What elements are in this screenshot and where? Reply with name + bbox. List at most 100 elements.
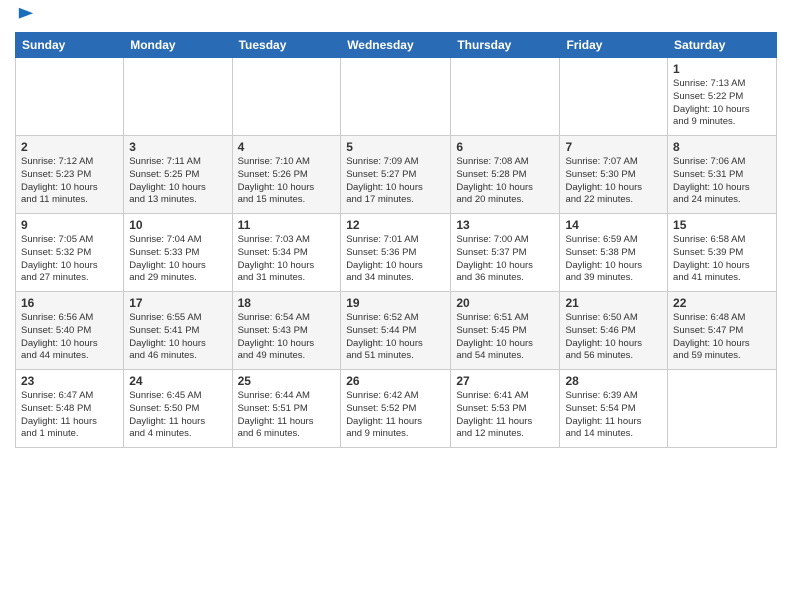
day-info: Sunrise: 6:47 AM Sunset: 5:48 PM Dayligh…: [21, 390, 118, 441]
day-number: 14: [565, 218, 662, 232]
calendar-cell: 11 Sunrise: 7:03 AM Sunset: 5:34 PM Dayli…: [232, 214, 341, 292]
day-number: 28: [565, 374, 662, 388]
day-info: Sunrise: 6:56 AM Sunset: 5:40 PM Dayligh…: [21, 312, 118, 363]
day-number: 4: [238, 140, 336, 154]
calendar-cell: 9Sunrise: 7:05 AM Sunset: 5:32 PM Daylig…: [16, 214, 124, 292]
day-info: Sunrise: 6:42 AM Sunset: 5:52 PM Dayligh…: [346, 390, 445, 441]
day-number: 21: [565, 296, 662, 310]
day-number: 5: [346, 140, 445, 154]
calendar-cell: 6 Sunrise: 7:08 AM Sunset: 5:28 PM Daylig…: [451, 136, 560, 214]
calendar-cell: [232, 58, 341, 136]
calendar-cell: 5 Sunrise: 7:09 AM Sunset: 5:27 PM Daylig…: [341, 136, 451, 214]
day-info: Sunrise: 7:13 AM Sunset: 5:22 PM Dayligh…: [673, 78, 771, 129]
calendar-cell: 28 Sunrise: 6:39 AM Sunset: 5:54 PM Dayli…: [560, 370, 668, 448]
day-number: 16: [21, 296, 118, 310]
page: SundayMondayTuesdayWednesdayThursdayFrid…: [0, 0, 792, 458]
calendar-cell: 26 Sunrise: 6:42 AM Sunset: 5:52 PM Dayli…: [341, 370, 451, 448]
day-info: Sunrise: 7:07 AM Sunset: 5:30 PM Dayligh…: [565, 156, 662, 207]
day-number: 23: [21, 374, 118, 388]
day-number: 19: [346, 296, 445, 310]
day-number: 1: [673, 62, 771, 76]
calendar-cell: 4 Sunrise: 7:10 AM Sunset: 5:26 PM Daylig…: [232, 136, 341, 214]
day-number: 15: [673, 218, 771, 232]
weekday-header-thursday: Thursday: [451, 33, 560, 58]
calendar-cell: [124, 58, 232, 136]
day-info: Sunrise: 7:10 AM Sunset: 5:26 PM Dayligh…: [238, 156, 336, 207]
calendar-cell: 10 Sunrise: 7:04 AM Sunset: 5:33 PM Dayli…: [124, 214, 232, 292]
calendar-cell: 23 Sunrise: 6:47 AM Sunset: 5:48 PM Dayli…: [16, 370, 124, 448]
calendar-week-row: 2 Sunrise: 7:12 AM Sunset: 5:23 PM Daylig…: [16, 136, 777, 214]
calendar-cell: 18Sunrise: 6:54 AM Sunset: 5:43 PM Dayli…: [232, 292, 341, 370]
day-number: 20: [456, 296, 554, 310]
calendar-cell: 19 Sunrise: 6:52 AM Sunset: 5:44 PM Dayli…: [341, 292, 451, 370]
calendar-cell: 22 Sunrise: 6:48 AM Sunset: 5:47 PM Dayli…: [668, 292, 777, 370]
day-number: 2: [21, 140, 118, 154]
calendar-table: SundayMondayTuesdayWednesdayThursdayFrid…: [15, 32, 777, 448]
calendar-header-row: SundayMondayTuesdayWednesdayThursdayFrid…: [16, 33, 777, 58]
day-number: 26: [346, 374, 445, 388]
calendar-cell: 7 Sunrise: 7:07 AM Sunset: 5:30 PM Daylig…: [560, 136, 668, 214]
day-info: Sunrise: 6:51 AM Sunset: 5:45 PM Dayligh…: [456, 312, 554, 363]
calendar-cell: 1 Sunrise: 7:13 AM Sunset: 5:22 PM Daylig…: [668, 58, 777, 136]
day-number: 24: [129, 374, 226, 388]
calendar-cell: 17 Sunrise: 6:55 AM Sunset: 5:41 PM Dayli…: [124, 292, 232, 370]
calendar-week-row: 9Sunrise: 7:05 AM Sunset: 5:32 PM Daylig…: [16, 214, 777, 292]
day-info: Sunrise: 7:12 AM Sunset: 5:23 PM Dayligh…: [21, 156, 118, 207]
weekday-header-wednesday: Wednesday: [341, 33, 451, 58]
day-number: 13: [456, 218, 554, 232]
day-info: Sunrise: 6:52 AM Sunset: 5:44 PM Dayligh…: [346, 312, 445, 363]
weekday-header-saturday: Saturday: [668, 33, 777, 58]
calendar-cell: 24 Sunrise: 6:45 AM Sunset: 5:50 PM Dayli…: [124, 370, 232, 448]
day-number: 27: [456, 374, 554, 388]
day-number: 7: [565, 140, 662, 154]
day-info: Sunrise: 6:44 AM Sunset: 5:51 PM Dayligh…: [238, 390, 336, 441]
day-info: Sunrise: 6:58 AM Sunset: 5:39 PM Dayligh…: [673, 234, 771, 285]
calendar-cell: [451, 58, 560, 136]
weekday-header-tuesday: Tuesday: [232, 33, 341, 58]
day-info: Sunrise: 7:11 AM Sunset: 5:25 PM Dayligh…: [129, 156, 226, 207]
calendar-cell: [341, 58, 451, 136]
day-info: Sunrise: 7:00 AM Sunset: 5:37 PM Dayligh…: [456, 234, 554, 285]
day-info: Sunrise: 6:45 AM Sunset: 5:50 PM Dayligh…: [129, 390, 226, 441]
day-info: Sunrise: 7:04 AM Sunset: 5:33 PM Dayligh…: [129, 234, 226, 285]
calendar-cell: 8 Sunrise: 7:06 AM Sunset: 5:31 PM Daylig…: [668, 136, 777, 214]
calendar-cell: 13 Sunrise: 7:00 AM Sunset: 5:37 PM Dayli…: [451, 214, 560, 292]
day-info: Sunrise: 6:39 AM Sunset: 5:54 PM Dayligh…: [565, 390, 662, 441]
calendar-week-row: 16 Sunrise: 6:56 AM Sunset: 5:40 PM Dayli…: [16, 292, 777, 370]
day-number: 11: [238, 218, 336, 232]
day-info: Sunrise: 7:03 AM Sunset: 5:34 PM Dayligh…: [238, 234, 336, 285]
day-info: Sunrise: 6:55 AM Sunset: 5:41 PM Dayligh…: [129, 312, 226, 363]
logo: [15, 14, 35, 24]
day-info: Sunrise: 7:06 AM Sunset: 5:31 PM Dayligh…: [673, 156, 771, 207]
day-info: Sunrise: 7:05 AM Sunset: 5:32 PM Dayligh…: [21, 234, 118, 285]
day-number: 3: [129, 140, 226, 154]
header: [15, 10, 777, 24]
day-number: 12: [346, 218, 445, 232]
day-info: Sunrise: 6:50 AM Sunset: 5:46 PM Dayligh…: [565, 312, 662, 363]
calendar-cell: 16 Sunrise: 6:56 AM Sunset: 5:40 PM Dayli…: [16, 292, 124, 370]
day-info: Sunrise: 7:09 AM Sunset: 5:27 PM Dayligh…: [346, 156, 445, 207]
day-info: Sunrise: 7:01 AM Sunset: 5:36 PM Dayligh…: [346, 234, 445, 285]
day-number: 8: [673, 140, 771, 154]
calendar-cell: 27 Sunrise: 6:41 AM Sunset: 5:53 PM Dayli…: [451, 370, 560, 448]
day-number: 17: [129, 296, 226, 310]
calendar-cell: [560, 58, 668, 136]
weekday-header-sunday: Sunday: [16, 33, 124, 58]
calendar-cell: 3 Sunrise: 7:11 AM Sunset: 5:25 PM Daylig…: [124, 136, 232, 214]
calendar-cell: [16, 58, 124, 136]
day-info: Sunrise: 7:08 AM Sunset: 5:28 PM Dayligh…: [456, 156, 554, 207]
day-number: 10: [129, 218, 226, 232]
logo-flag-icon: [17, 6, 35, 24]
calendar-cell: 12 Sunrise: 7:01 AM Sunset: 5:36 PM Dayli…: [341, 214, 451, 292]
calendar-cell: 21 Sunrise: 6:50 AM Sunset: 5:46 PM Dayli…: [560, 292, 668, 370]
calendar-cell: 25Sunrise: 6:44 AM Sunset: 5:51 PM Dayli…: [232, 370, 341, 448]
day-number: 22: [673, 296, 771, 310]
weekday-header-friday: Friday: [560, 33, 668, 58]
day-info: Sunrise: 6:41 AM Sunset: 5:53 PM Dayligh…: [456, 390, 554, 441]
weekday-header-monday: Monday: [124, 33, 232, 58]
day-info: Sunrise: 6:48 AM Sunset: 5:47 PM Dayligh…: [673, 312, 771, 363]
calendar-cell: 2 Sunrise: 7:12 AM Sunset: 5:23 PM Daylig…: [16, 136, 124, 214]
day-info: Sunrise: 6:54 AM Sunset: 5:43 PM Dayligh…: [238, 312, 336, 363]
day-number: 6: [456, 140, 554, 154]
calendar-cell: 20 Sunrise: 6:51 AM Sunset: 5:45 PM Dayli…: [451, 292, 560, 370]
